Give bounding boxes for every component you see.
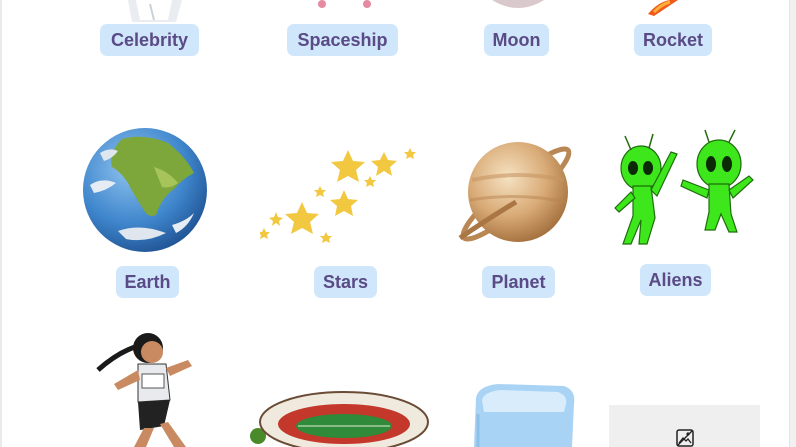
aliens-label[interactable]: Aliens (640, 264, 711, 296)
rocket-label[interactable]: Rocket (634, 24, 712, 56)
broken-image-icon (676, 429, 694, 447)
stars-image[interactable] (260, 146, 420, 246)
rocket-image[interactable] (648, 0, 688, 16)
moon-label[interactable]: Moon (484, 24, 549, 56)
celebrity-image[interactable] (110, 0, 190, 24)
planet-image[interactable] (456, 140, 576, 246)
earth-label[interactable]: Earth (116, 266, 179, 298)
stadium-image[interactable] (248, 388, 432, 447)
earth-image[interactable] (82, 127, 208, 253)
left-edge (0, 0, 2, 447)
image-placeholder[interactable] (609, 405, 760, 447)
runner-image[interactable] (94, 330, 204, 447)
celebrity-label[interactable]: Celebrity (100, 24, 199, 56)
moon-image[interactable] (488, 0, 548, 10)
spaceship-label[interactable]: Spaceship (287, 24, 398, 56)
planet-label[interactable]: Planet (482, 266, 555, 298)
scrollbar-track[interactable] (789, 0, 796, 447)
stars-label[interactable]: Stars (314, 266, 377, 298)
aliens-image[interactable] (611, 128, 756, 246)
spaceship-image[interactable] (310, 0, 380, 12)
ice-cube-image[interactable] (468, 382, 578, 447)
